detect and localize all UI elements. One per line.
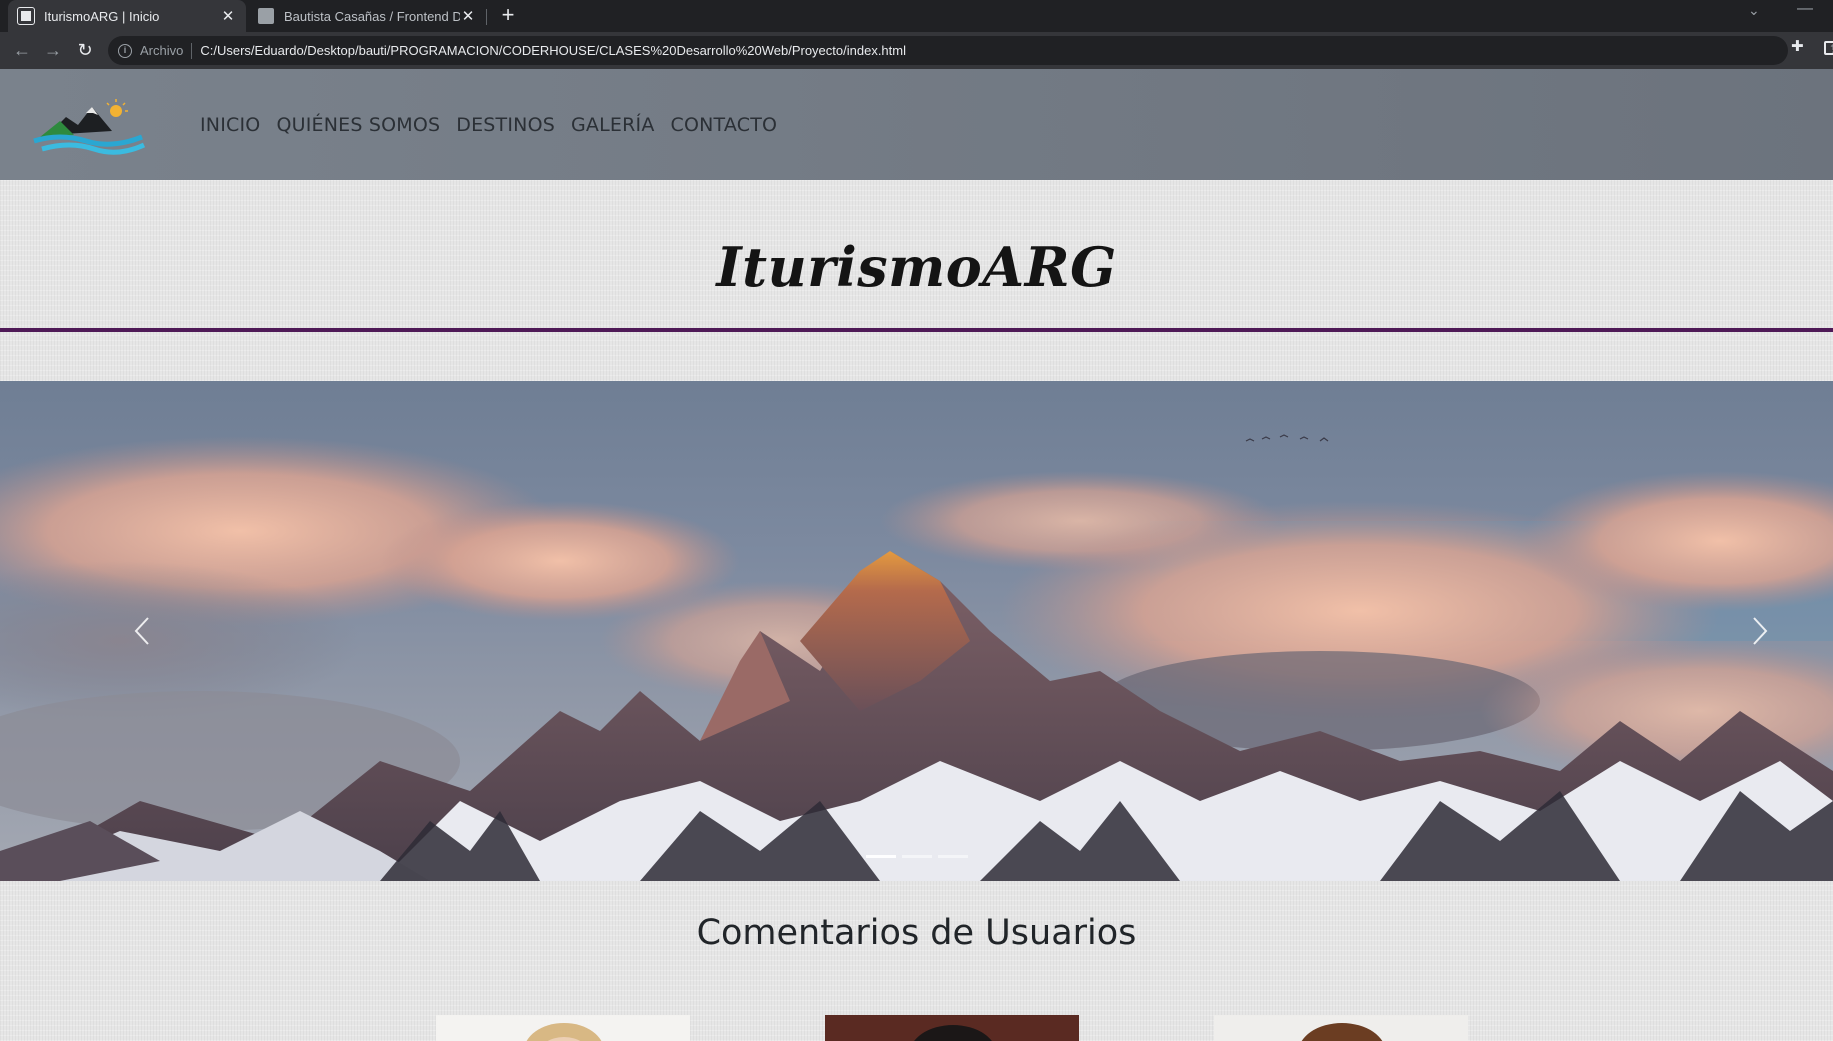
nav-item-quienes-somos[interactable]: QUIÉNES SOMOS: [276, 114, 440, 136]
site-info-label: Archivo: [140, 43, 184, 58]
forward-icon[interactable]: →: [41, 38, 65, 62]
site-logo[interactable]: [30, 97, 146, 157]
user-avatar-photo: [1214, 1015, 1468, 1041]
nav-item-destinos[interactable]: DESTINOS: [456, 114, 555, 136]
back-icon[interactable]: ←: [10, 38, 34, 62]
browser-tab[interactable]: Bautista Casañas / Frontend Deve ✕: [248, 0, 486, 32]
user-comment-card: [825, 1015, 1079, 1041]
carousel-indicators: [0, 855, 1833, 858]
tab-separator: [486, 9, 487, 25]
browser-tabbar: IturismoARG | Inicio ✕ Bautista Casañas …: [0, 0, 1833, 32]
chevron-right-icon: [1753, 617, 1768, 645]
minimize-icon[interactable]: —: [1797, 0, 1813, 18]
carousel-indicator[interactable]: [937, 855, 968, 858]
page-viewport: INICIO QUIÉNES SOMOS DESTINOS GALERÍA CO…: [0, 69, 1833, 1041]
chevron-left-icon: [134, 617, 149, 645]
side-panel-icon[interactable]: [1824, 41, 1833, 55]
page-title: IturismoARG: [716, 235, 1117, 299]
page-icon: [17, 7, 35, 25]
main-nav: INICIO QUIÉNES SOMOS DESTINOS GALERÍA CO…: [200, 114, 793, 136]
omnibox-separator: [191, 42, 193, 59]
carousel-slide-image: [0, 381, 1833, 881]
browser-tab-active[interactable]: IturismoARG | Inicio ✕: [8, 0, 246, 32]
extensions-puzzle-icon[interactable]: ✚: [1791, 37, 1804, 55]
carousel-next-button[interactable]: [1700, 381, 1820, 881]
url-text[interactable]: C:/Users/Eduardo/Desktop/bauti/PROGRAMAC…: [200, 43, 906, 58]
comments-section-title: Comentarios de Usuarios: [696, 913, 1137, 953]
address-bar[interactable]: i Archivo C:/Users/Eduardo/Desktop/bauti…: [108, 36, 1833, 65]
user-avatar-photo: [436, 1015, 690, 1041]
page-icon: [258, 8, 274, 24]
new-tab-icon[interactable]: +: [496, 4, 520, 28]
carousel-previous-button[interactable]: [82, 381, 202, 881]
carousel-indicator[interactable]: [901, 855, 932, 858]
site-header: INICIO QUIÉNES SOMOS DESTINOS GALERÍA CO…: [0, 69, 1833, 180]
user-comment-card: [1214, 1015, 1468, 1041]
close-icon[interactable]: ✕: [460, 8, 476, 25]
carousel-indicator[interactable]: [865, 855, 896, 858]
close-icon[interactable]: ✕: [220, 8, 236, 25]
tab-search-chevron-icon[interactable]: ⌄: [1748, 2, 1760, 19]
tab-title: IturismoARG | Inicio: [44, 8, 160, 24]
info-icon[interactable]: i: [118, 43, 132, 58]
nav-item-inicio[interactable]: INICIO: [200, 114, 260, 136]
title-divider: [0, 328, 1833, 332]
reload-icon[interactable]: ↻: [73, 38, 97, 62]
nav-item-contacto[interactable]: CONTACTO: [671, 114, 778, 136]
nav-item-galeria[interactable]: GALERÍA: [571, 114, 655, 136]
image-carousel: [0, 381, 1833, 881]
user-avatar-photo: [825, 1015, 1079, 1041]
tab-title: Bautista Casañas / Frontend Deve: [284, 8, 460, 24]
browser-toolbar: ← → ↻ i Archivo C:/Users/Eduardo/Desktop…: [0, 32, 1833, 69]
user-comment-card: [436, 1015, 690, 1041]
